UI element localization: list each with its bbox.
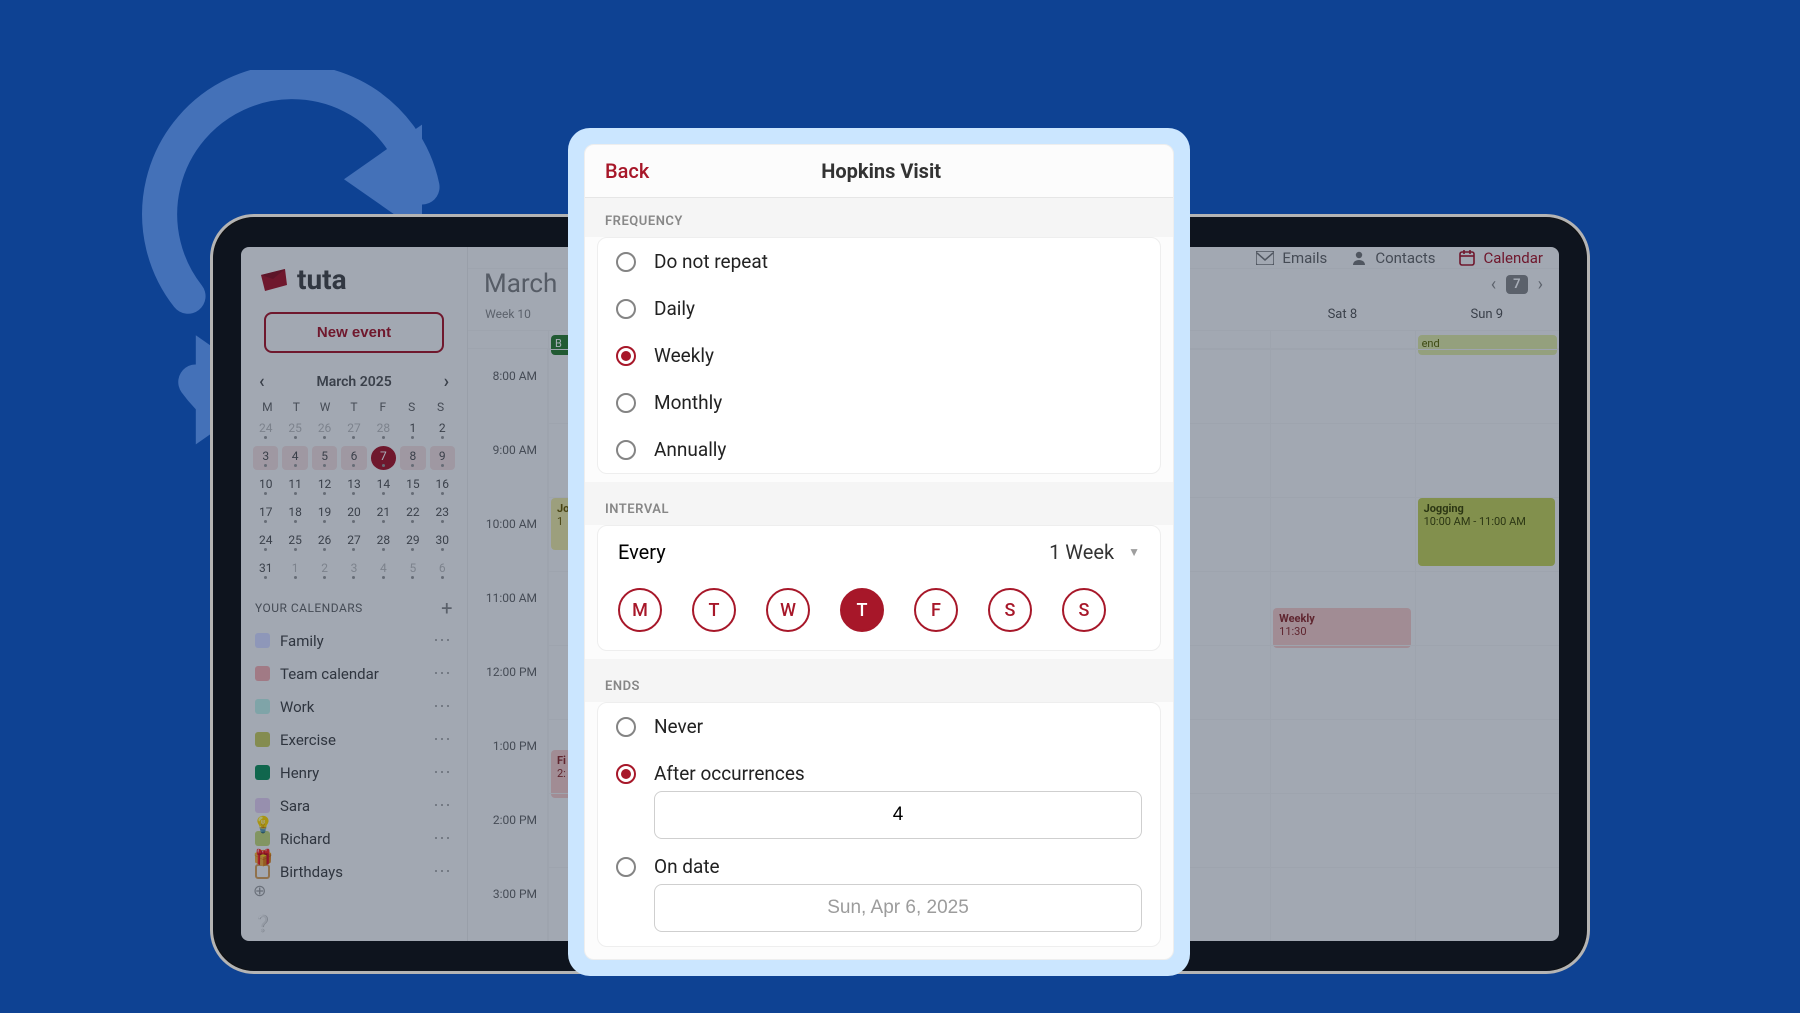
interval-selector[interactable]: Every 1 Week▼ bbox=[598, 526, 1160, 578]
radio-icon bbox=[616, 393, 636, 413]
interval-card: Every 1 Week▼ MTWTFSS bbox=[597, 525, 1161, 651]
radio-icon bbox=[616, 857, 636, 877]
frequency-option[interactable]: Weekly bbox=[598, 332, 1160, 379]
frequency-card: Do not repeat Daily Weekly Monthly Annually bbox=[597, 237, 1161, 474]
frequency-option-label: Annually bbox=[654, 438, 726, 461]
chevron-down-icon: ▼ bbox=[1128, 545, 1140, 559]
frequency-label: FREQUENCY bbox=[585, 198, 1173, 237]
frequency-option-label: Daily bbox=[654, 297, 695, 320]
frequency-option-label: Do not repeat bbox=[654, 250, 768, 273]
interval-label: INTERVAL bbox=[585, 486, 1173, 525]
ends-option-never[interactable]: Never bbox=[598, 703, 1160, 750]
ends-option-after[interactable]: After occurrences bbox=[598, 750, 1160, 791]
radio-icon bbox=[616, 346, 636, 366]
weekday-toggle[interactable]: F bbox=[914, 588, 958, 632]
modal-title: Hopkins Visit bbox=[649, 159, 1153, 183]
weekday-toggle[interactable]: S bbox=[988, 588, 1032, 632]
radio-icon bbox=[616, 440, 636, 460]
frequency-option-label: Weekly bbox=[654, 344, 714, 367]
weekday-toggle[interactable]: S bbox=[1062, 588, 1106, 632]
occurrences-input[interactable] bbox=[654, 791, 1142, 839]
radio-icon bbox=[616, 299, 636, 319]
frequency-option[interactable]: Annually bbox=[598, 426, 1160, 473]
weekday-toggle[interactable]: W bbox=[766, 588, 810, 632]
modal-wrapper: Back Hopkins Visit FREQUENCY Do not repe… bbox=[568, 128, 1190, 976]
weekday-toggle[interactable]: T bbox=[692, 588, 736, 632]
back-button[interactable]: Back bbox=[605, 159, 649, 183]
weekday-toggle[interactable]: M bbox=[618, 588, 662, 632]
frequency-option-label: Monthly bbox=[654, 391, 722, 414]
ends-option-on-date[interactable]: On date bbox=[598, 839, 1160, 884]
end-date-input[interactable] bbox=[654, 884, 1142, 932]
radio-icon bbox=[616, 252, 636, 272]
frequency-option[interactable]: Do not repeat bbox=[598, 238, 1160, 285]
ends-card: Never After occurrences On date bbox=[597, 702, 1161, 947]
ends-label: ENDS bbox=[585, 663, 1173, 702]
radio-icon bbox=[616, 717, 636, 737]
frequency-option[interactable]: Monthly bbox=[598, 379, 1160, 426]
weekday-toggle[interactable]: T bbox=[840, 588, 884, 632]
radio-icon bbox=[616, 764, 636, 784]
frequency-option[interactable]: Daily bbox=[598, 285, 1160, 332]
recurrence-modal: Back Hopkins Visit FREQUENCY Do not repe… bbox=[584, 144, 1174, 960]
